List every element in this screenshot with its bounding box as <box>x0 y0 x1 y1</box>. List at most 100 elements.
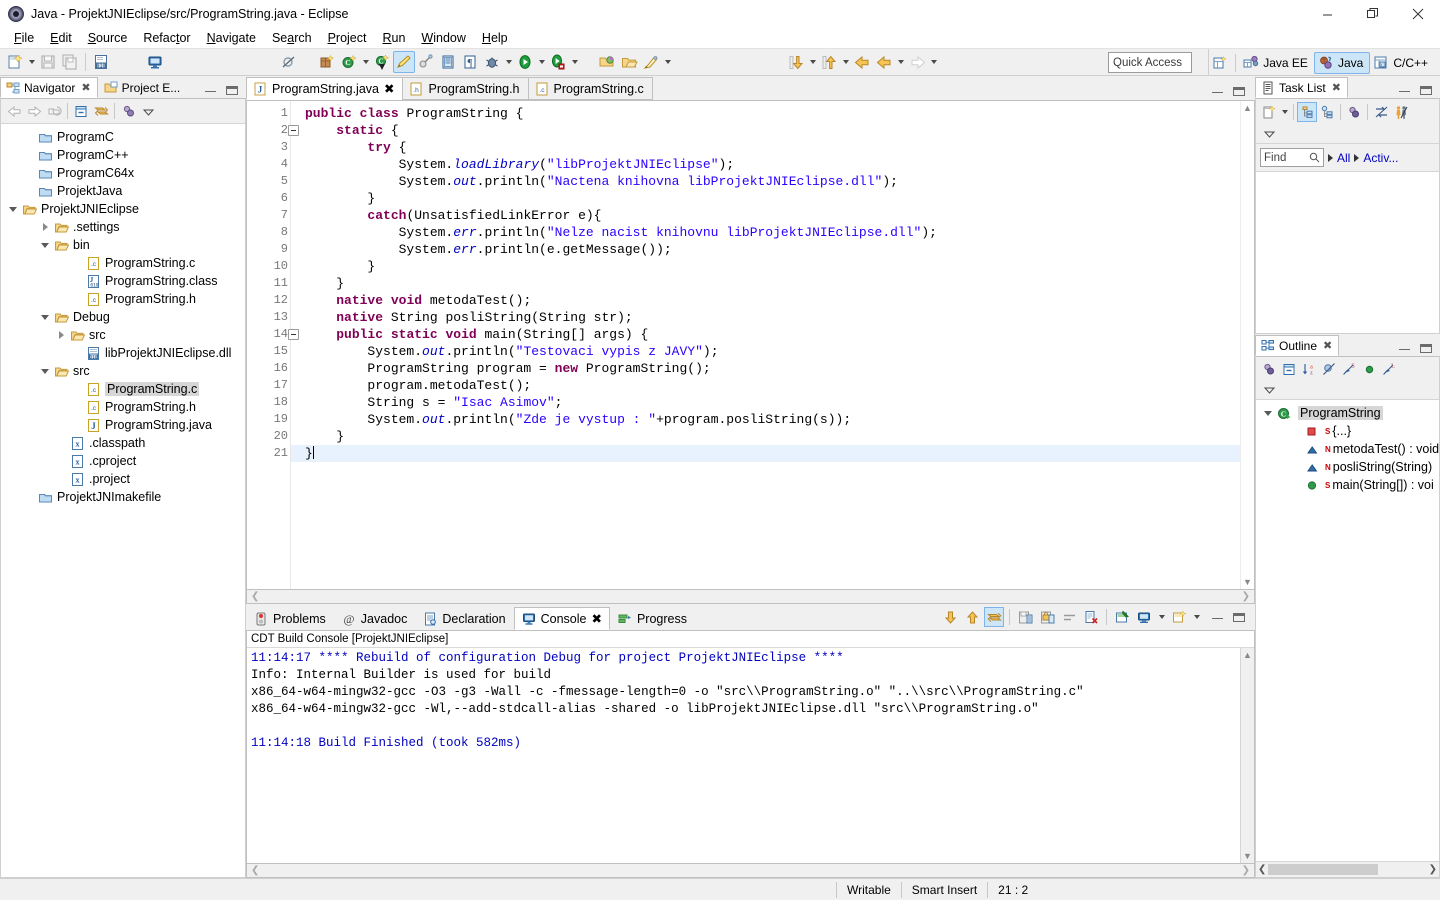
hide-nonpublic-icon[interactable] <box>1359 359 1379 379</box>
save-icon[interactable] <box>37 51 59 73</box>
open-task-icon[interactable]: ¶ <box>459 51 481 73</box>
minimize-icon[interactable] <box>205 89 216 92</box>
tab-outline[interactable]: Outline ✖ <box>1255 335 1339 356</box>
close-icon[interactable]: ✖ <box>1323 339 1332 352</box>
tree-item[interactable]: ProgramC <box>1 128 245 146</box>
skip-breakpoints-icon[interactable] <box>278 51 300 73</box>
forward-dropdown-arrow[interactable] <box>928 51 939 73</box>
collapse-all-icon[interactable] <box>1279 359 1299 379</box>
editor-tab-programstring-h[interactable]: .h ProgramString.h <box>402 77 528 100</box>
find-input[interactable]: Find <box>1260 148 1324 167</box>
code-line[interactable]: native void metodaTest(); <box>305 292 1240 309</box>
twisty[interactable] <box>37 243 53 248</box>
perspective-javaee[interactable]: Java EE <box>1240 52 1314 74</box>
maximize-icon[interactable] <box>1420 86 1432 95</box>
console-vertical-scrollbar[interactable]: ▲ ▼ <box>1240 648 1254 863</box>
outline-item[interactable]: Smain(String[]) : voi <box>1256 476 1439 494</box>
perspective-java[interactable]: Java <box>1314 52 1370 74</box>
minimize-icon[interactable] <box>1399 89 1410 92</box>
tree-item[interactable]: .cProgramString.h <box>1 398 245 416</box>
tree-item[interactable]: .cProgramString.c <box>1 380 245 398</box>
tree-item[interactable]: ProjektJava <box>1 182 245 200</box>
code-line[interactable]: ProgramString program = new ProgramStrin… <box>305 360 1240 377</box>
outline-horizontal-scrollbar[interactable]: ❮ ❯ <box>1256 861 1439 877</box>
previous-dropdown-arrow[interactable] <box>840 51 851 73</box>
run-icon[interactable] <box>514 51 536 73</box>
save-all-icon[interactable] <box>59 51 81 73</box>
code-line[interactable]: } <box>305 428 1240 445</box>
scroll-left-arrow-icon[interactable]: ❮ <box>251 865 259 876</box>
sort-icon[interactable]: az <box>1299 359 1319 379</box>
tree-item[interactable]: ProjektJNImakefile <box>1 488 245 506</box>
outline-item[interactable]: CProgramString <box>1256 404 1439 422</box>
scroll-up-icon[interactable] <box>962 607 982 627</box>
scroll-up-arrow-icon[interactable]: ▲ <box>1243 648 1252 660</box>
minimize-icon[interactable] <box>1212 616 1223 619</box>
menu-navigate[interactable]: Navigate <box>199 30 264 46</box>
tab-progress[interactable]: Progress <box>610 607 695 630</box>
twisty[interactable] <box>5 207 21 212</box>
tree-item[interactable]: x.project <box>1 470 245 488</box>
tree-item[interactable]: ProjektJNIEclipse <box>1 200 245 218</box>
next-dropdown-arrow[interactable] <box>807 51 818 73</box>
home-icon[interactable] <box>44 101 64 121</box>
navigator-tree[interactable]: ProgramCProgramC++ProgramC64xProjektJava… <box>1 124 245 877</box>
debug-dropdown-arrow[interactable] <box>503 51 514 73</box>
search-dropdown-arrow[interactable] <box>662 51 673 73</box>
perspective-cpp[interactable]: C C/C++ <box>1370 52 1434 74</box>
new-java-package-icon[interactable] <box>316 51 338 73</box>
tab-navigator[interactable]: Navigator ✖ <box>0 77 98 98</box>
search-icon[interactable] <box>640 51 662 73</box>
open-console-icon[interactable] <box>1169 607 1189 627</box>
scrollbar-thumb[interactable] <box>1268 864 1378 875</box>
twisty[interactable] <box>1260 411 1276 416</box>
tree-item[interactable]: bin <box>1 236 245 254</box>
code-line[interactable]: } <box>291 445 1240 462</box>
java-editor-icon[interactable] <box>393 51 415 73</box>
view-menu-icon[interactable] <box>138 101 158 121</box>
open-resource-icon[interactable] <box>596 51 618 73</box>
maximize-icon[interactable] <box>1233 613 1245 622</box>
tree-item[interactable]: 010libProjektJNIEclipse.dll <box>1 344 245 362</box>
minimize-icon[interactable] <box>1399 347 1410 350</box>
filter-icon[interactable] <box>118 101 138 121</box>
scroll-down-arrow-icon[interactable]: ▼ <box>1243 575 1252 589</box>
link-with-editor-icon[interactable] <box>91 101 111 121</box>
synchronize-changed-icon[interactable] <box>1371 102 1391 122</box>
activate-task-icon[interactable] <box>1391 102 1411 122</box>
scroll-right-arrow-icon[interactable]: ❯ <box>1242 865 1250 876</box>
tab-project-explorer[interactable]: Project E... <box>98 77 188 98</box>
tree-item[interactable]: .settings <box>1 218 245 236</box>
run-dropdown-arrow[interactable] <box>536 51 547 73</box>
open-type-icon[interactable] <box>437 51 459 73</box>
hide-local-types-icon[interactable]: L <box>1379 359 1399 379</box>
view-menu-icon[interactable] <box>1259 123 1279 143</box>
new-dropdown-arrow[interactable] <box>26 51 37 73</box>
menu-project[interactable]: Project <box>320 30 375 46</box>
tab-problems[interactable]: Problems <box>246 607 334 630</box>
twisty[interactable] <box>37 223 53 231</box>
hide-fields-icon[interactable] <box>1319 359 1339 379</box>
focus-on-active-task-icon[interactable] <box>1259 359 1279 379</box>
tab-console[interactable]: Console ✖ <box>514 607 610 630</box>
clear-console-icon[interactable] <box>1081 607 1101 627</box>
minimize-button[interactable] <box>1305 0 1350 28</box>
maximize-icon[interactable] <box>226 86 238 95</box>
menu-search[interactable]: Search <box>264 30 320 46</box>
code-line[interactable]: System.err.println(e.getMessage()); <box>305 241 1240 258</box>
scroll-down-icon[interactable] <box>940 607 960 627</box>
tasklist-empty-area[interactable] <box>1256 172 1439 333</box>
new-class-dropdown-arrow[interactable] <box>360 51 371 73</box>
open-console-dropdown-arrow[interactable] <box>1191 606 1202 628</box>
forward-icon[interactable] <box>906 51 928 73</box>
scroll-up-arrow-icon[interactable]: ▲ <box>1243 101 1252 115</box>
outline-item[interactable]: S{...} <box>1256 422 1439 440</box>
code-line[interactable]: static { <box>305 122 1240 139</box>
filter-active-link[interactable]: Activ... <box>1363 151 1398 165</box>
scroll-down-arrow-icon[interactable]: ▼ <box>1243 851 1252 863</box>
forward-icon[interactable] <box>24 101 44 121</box>
new-task-icon[interactable] <box>1259 102 1279 122</box>
display-selected-console-icon[interactable] <box>1134 607 1154 627</box>
quick-access-input[interactable]: Quick Access <box>1108 52 1192 73</box>
open-folder-icon[interactable] <box>618 51 640 73</box>
